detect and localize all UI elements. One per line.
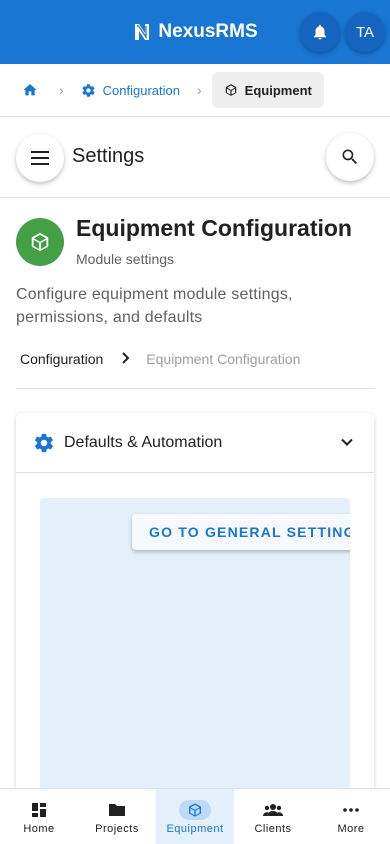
page-subtitle: Module settings — [76, 251, 175, 267]
chevron-down-icon[interactable] — [340, 435, 354, 449]
chevron-right-icon — [121, 351, 130, 367]
menu-button[interactable] — [16, 134, 64, 182]
breadcrumb: › Configuration › Equipment — [0, 64, 390, 117]
brand-logo[interactable]: NexusRMS — [132, 21, 258, 43]
settings-title: Settings — [72, 145, 145, 167]
cube-icon — [225, 84, 236, 96]
page-title: Equipment Configuration — [76, 215, 352, 241]
dashboard-icon — [23, 800, 55, 820]
hamburger-menu-icon — [31, 151, 49, 165]
breadcrumb-equipment[interactable]: Equipment — [211, 72, 324, 108]
nexus-logo-icon — [135, 24, 150, 40]
equipment-module-icon — [16, 218, 64, 266]
folder-icon — [101, 800, 133, 820]
accordion-header[interactable]: Defaults & Automation — [16, 413, 374, 473]
bell-icon — [314, 24, 326, 40]
page-description: Configure equipment module settings, per… — [16, 286, 293, 326]
chevron-right-icon: › — [197, 82, 202, 98]
breadcrumb-configuration-label: Configuration — [102, 82, 180, 98]
people-icon — [257, 800, 289, 820]
nav-item-more[interactable]: More — [312, 789, 390, 844]
nav-label-equipment: Equipment — [166, 822, 224, 835]
gear-icon — [82, 83, 95, 97]
breadcrumb-home[interactable] — [22, 81, 40, 99]
settings-toolbar: Settings — [0, 117, 390, 198]
nav-label-projects: Projects — [95, 822, 139, 835]
defaults-automation-accordion: Defaults & Automation GO TO GENERAL SETT… — [16, 413, 374, 844]
accordion-title: Defaults & Automation — [64, 433, 223, 451]
sub-breadcrumb: Configuration Equipment Configuration — [20, 351, 300, 367]
search-icon — [342, 149, 358, 165]
nav-item-home[interactable]: Home — [0, 789, 78, 844]
gear-icon — [35, 433, 53, 452]
cube-icon — [31, 232, 49, 252]
nav-label-home: Home — [23, 822, 55, 835]
divider — [16, 388, 374, 389]
search-button[interactable] — [326, 133, 374, 181]
cube-icon — [179, 799, 211, 820]
go-to-general-settings-button[interactable]: GO TO GENERAL SETTINGS — [132, 514, 350, 550]
nav-item-equipment[interactable]: Equipment — [156, 789, 234, 844]
nav-item-projects[interactable]: Projects — [78, 789, 156, 844]
nav-label-clients: Clients — [254, 822, 292, 835]
chevron-right-icon: › — [59, 82, 64, 98]
bottom-navigation: Home Projects Equipment Clients More — [0, 788, 390, 844]
home-icon — [23, 84, 37, 96]
brand-name: NexusRMS — [158, 21, 258, 42]
more-icon — [335, 800, 367, 820]
notifications-button[interactable] — [300, 12, 340, 52]
nav-label-more: More — [337, 822, 365, 835]
breadcrumb-configuration[interactable]: Configuration — [81, 83, 180, 98]
app-bar: NexusRMS TA — [0, 0, 390, 64]
breadcrumb-equipment-label: Equipment — [244, 82, 312, 98]
user-avatar[interactable]: TA — [345, 12, 385, 52]
sub-breadcrumb-configuration[interactable]: Configuration — [20, 351, 103, 367]
sub-breadcrumb-current: Equipment Configuration — [146, 351, 301, 367]
nav-item-clients[interactable]: Clients — [234, 789, 312, 844]
